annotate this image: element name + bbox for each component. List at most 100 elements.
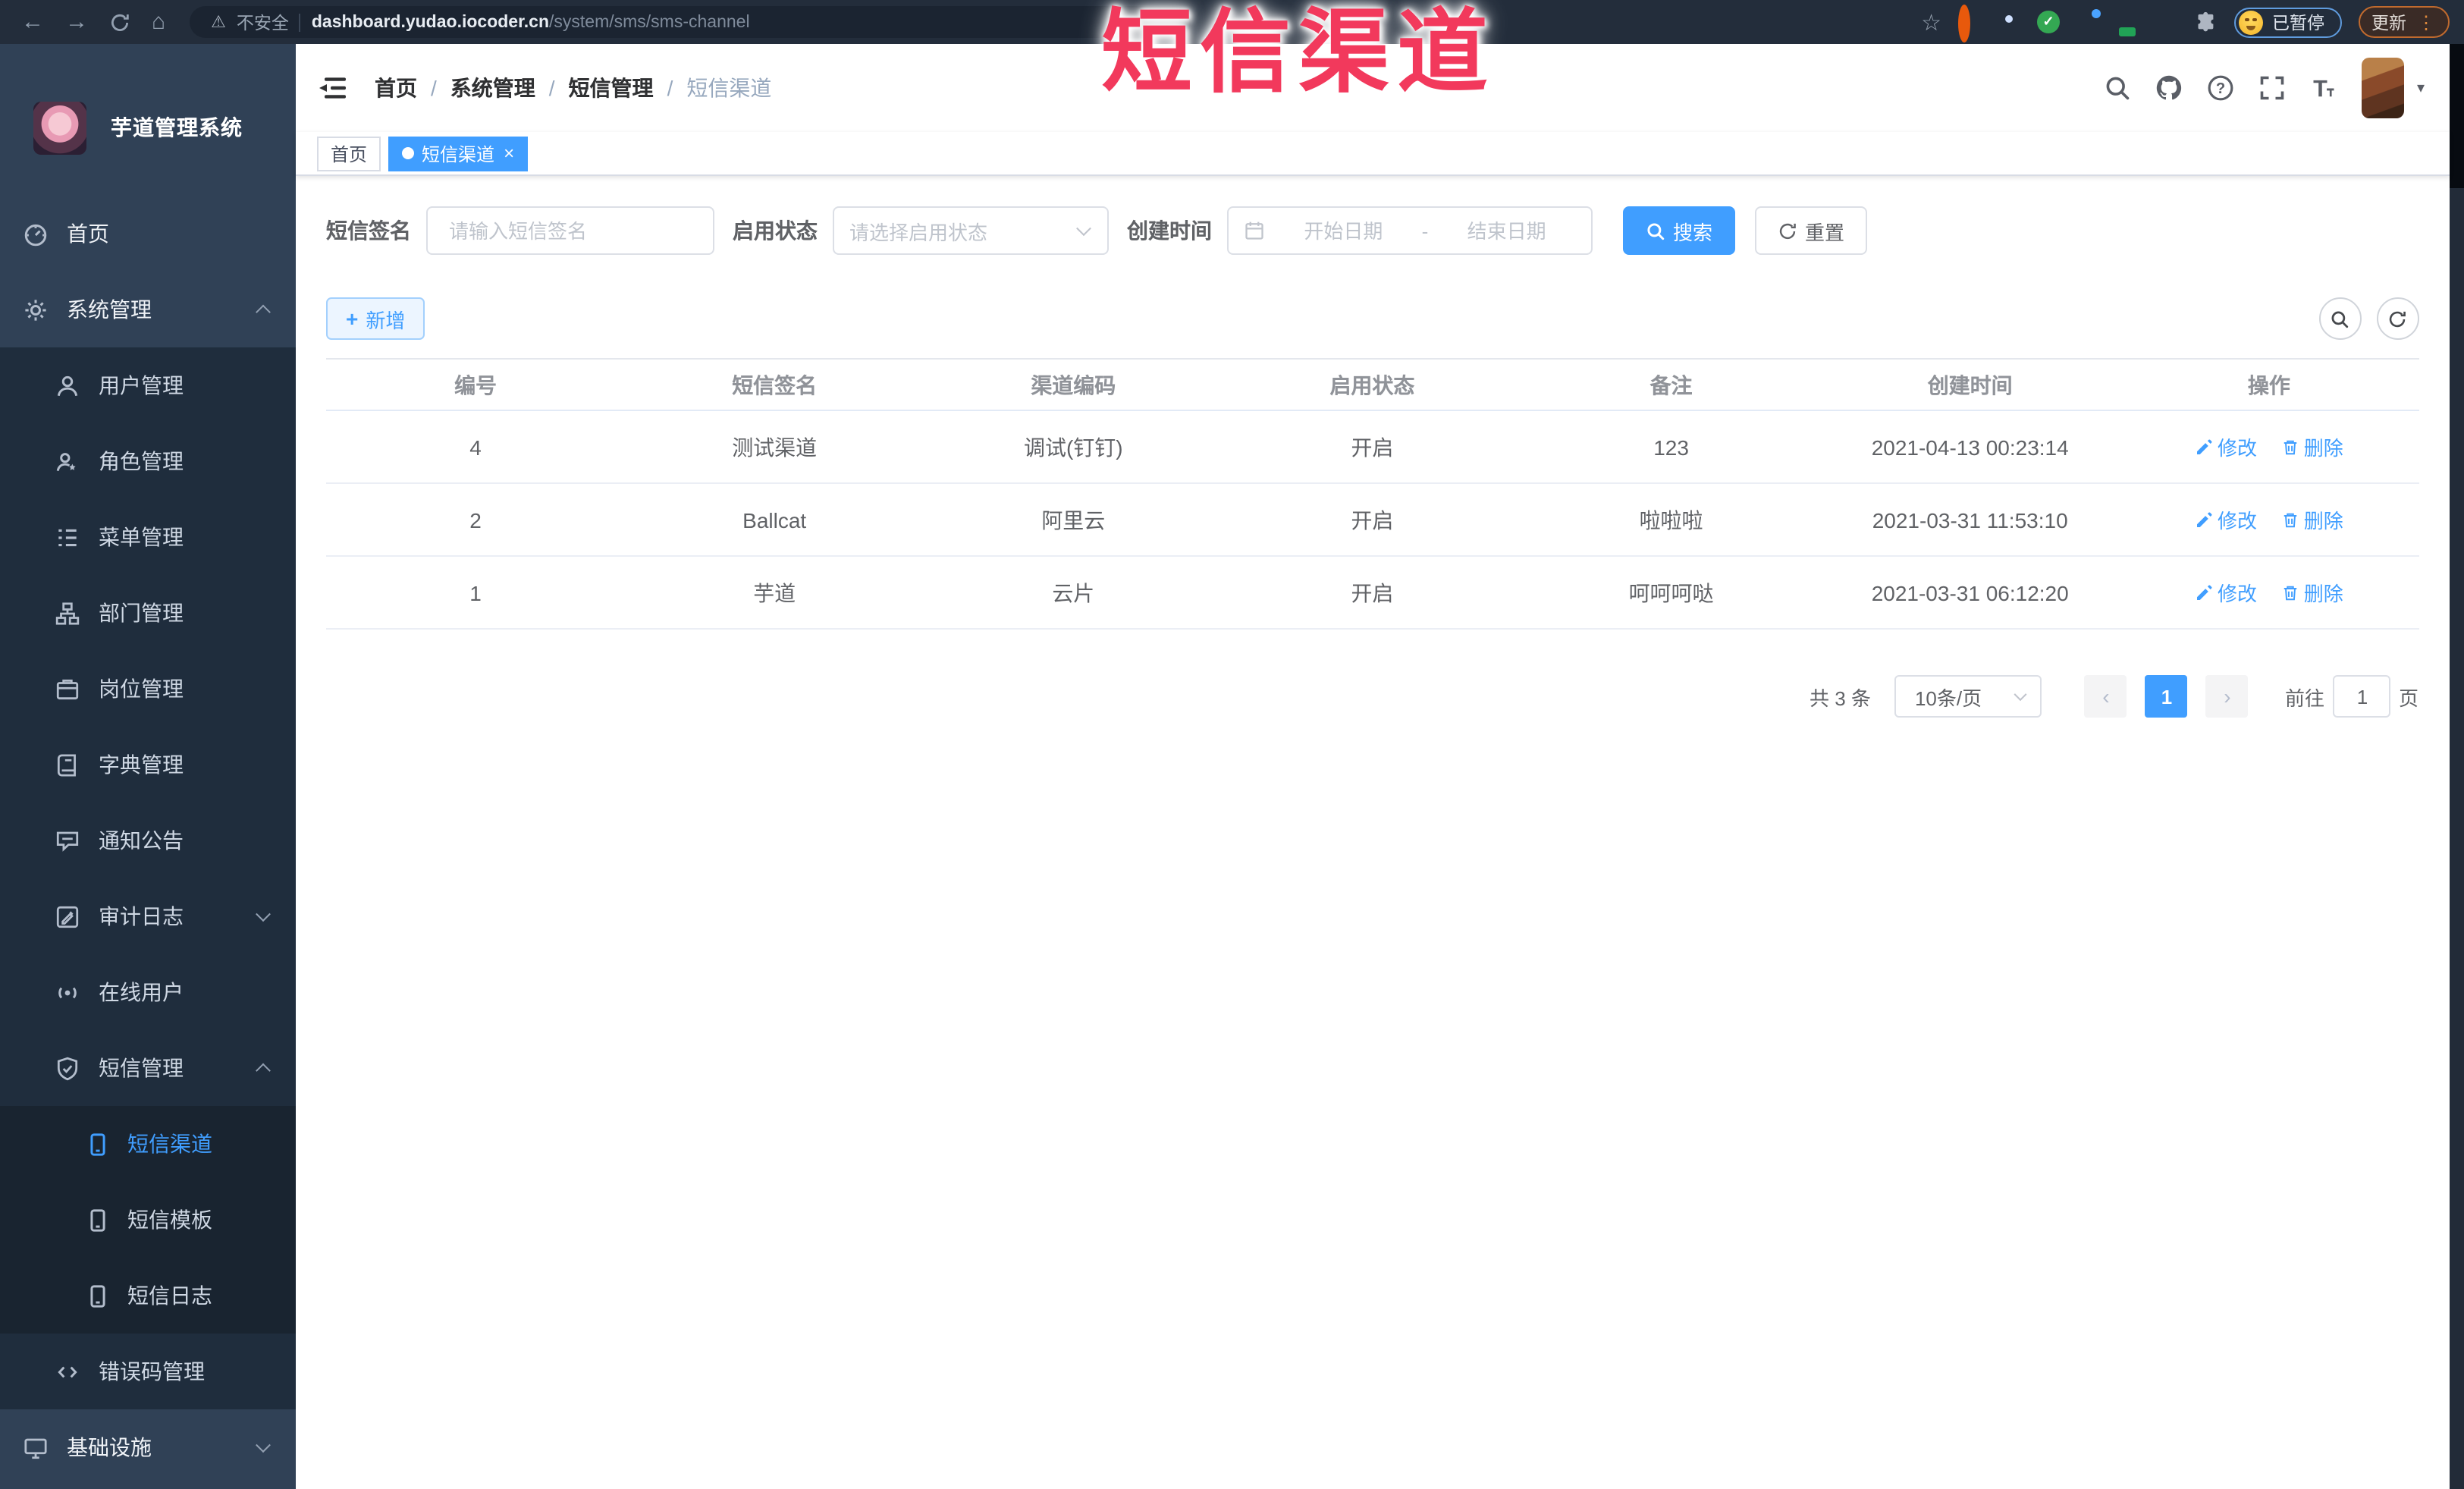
- end-date-input[interactable]: [1437, 218, 1576, 243]
- search-icon: [2330, 309, 2349, 328]
- tab-home[interactable]: 首页: [317, 136, 381, 171]
- close-icon[interactable]: ×: [504, 144, 514, 162]
- help-icon[interactable]: ?: [2208, 74, 2235, 102]
- sidebar-item-menu-management[interactable]: 菜单管理: [0, 499, 296, 575]
- sidebar-item-error-code-management[interactable]: 错误码管理: [0, 1334, 296, 1409]
- extensions-puzzle-icon[interactable]: [2195, 11, 2218, 33]
- extension-icon-grid[interactable]: [2076, 11, 2099, 33]
- calendar-icon: [1244, 220, 1265, 241]
- home-icon[interactable]: ⌂: [152, 11, 165, 33]
- status-select[interactable]: 请选择启用状态: [833, 206, 1109, 255]
- table-row: 2 Ballcat 阿里云 开启 啦啦啦 2021-03-31 11:53:10…: [326, 483, 2418, 557]
- sidebar-item-label: 系统管理: [67, 297, 152, 322]
- sidebar-item-label: 错误码管理: [99, 1359, 205, 1384]
- forward-icon[interactable]: →: [65, 11, 88, 33]
- extension-icon-pin[interactable]: [1998, 11, 2020, 33]
- plus-icon: +: [346, 306, 359, 331]
- app-logo-row[interactable]: 芋道管理系统: [0, 44, 296, 196]
- sidebar-item-user-management[interactable]: 用户管理: [0, 347, 296, 423]
- sidebar-item-home[interactable]: 首页: [0, 196, 296, 272]
- sidebar-item-sms-management[interactable]: 短信管理: [0, 1030, 296, 1106]
- fullscreen-icon[interactable]: [2259, 74, 2287, 102]
- next-page-button[interactable]: ›: [2205, 675, 2249, 718]
- avatar-caret-icon[interactable]: ▾: [2417, 80, 2425, 96]
- edit-link[interactable]: 修改: [2195, 578, 2257, 607]
- sidebar-toggle-icon[interactable]: [317, 76, 347, 100]
- extension-icon-switch[interactable]: [2116, 11, 2139, 33]
- page-size-select[interactable]: 10条/页: [1894, 675, 2042, 718]
- sidebar-item-label: 通知公告: [99, 828, 184, 853]
- sidebar-item-sms-channel[interactable]: 短信渠道: [0, 1106, 296, 1182]
- sidebar-item-post-management[interactable]: 岗位管理: [0, 651, 296, 727]
- sidebar-item-infrastructure[interactable]: 基础设施: [0, 1409, 296, 1485]
- breadcrumb-sms[interactable]: 短信管理: [569, 73, 654, 103]
- back-icon[interactable]: ←: [21, 11, 44, 33]
- pagination: 共 3 条 10条/页 ‹ 1 › 前往 页: [326, 675, 2418, 718]
- sidebar-item-role-management[interactable]: 角色管理: [0, 423, 296, 499]
- reload-icon[interactable]: [109, 11, 130, 33]
- scrollbar-thumb[interactable]: [2449, 44, 2464, 188]
- page-url: dashboard.yudao.iocoder.cn/system/sms/sm…: [312, 13, 750, 31]
- font-size-icon[interactable]: [2311, 74, 2338, 102]
- github-icon[interactable]: [2156, 74, 2183, 102]
- address-bar[interactable]: ⚠ 不安全 dashboard.yudao.iocoder.cn/system/…: [190, 6, 1191, 38]
- sidebar-item-dict-management[interactable]: 字典管理: [0, 727, 296, 803]
- cell-status: 开启: [1223, 410, 1522, 484]
- sidebar: 芋道管理系统 首页 系统管理 用户管理 角色管理 菜单管理 部门管理 岗位管理 …: [0, 44, 296, 1489]
- profile-avatar-icon: [2239, 10, 2263, 34]
- search-icon[interactable]: [2105, 74, 2132, 102]
- sidebar-item-audit-log[interactable]: 审计日志: [0, 878, 296, 954]
- phone-icon: [85, 1207, 111, 1233]
- cell-code: 云片: [924, 556, 1223, 630]
- sidebar-item-sms-log[interactable]: 短信日志: [0, 1258, 296, 1334]
- extension-icon-check[interactable]: ✓: [2037, 11, 2060, 33]
- prev-page-button[interactable]: ‹: [2084, 675, 2127, 718]
- breadcrumb-home[interactable]: 首页: [375, 73, 417, 103]
- goto-page-input[interactable]: [2333, 675, 2391, 718]
- scrollbar[interactable]: [2449, 44, 2464, 1489]
- search-button-label: 搜索: [1673, 221, 1713, 243]
- breadcrumb-system[interactable]: 系统管理: [450, 73, 535, 103]
- sidebar-item-label: 部门管理: [99, 601, 184, 625]
- table-row: 4 测试渠道 调试(钉钉) 开启 123 2021-04-13 00:23:14…: [326, 410, 2418, 484]
- date-range-picker[interactable]: -: [1227, 206, 1593, 255]
- security-label: 不安全: [236, 14, 289, 33]
- refresh-table-button[interactable]: [2376, 297, 2418, 340]
- chevron-up-icon: [256, 304, 271, 320]
- tab-sms-channel[interactable]: 短信渠道 ×: [388, 136, 529, 171]
- sidebar-item-online-users[interactable]: 在线用户: [0, 954, 296, 1030]
- extension-icon-leaf[interactable]: [2155, 11, 2178, 33]
- table-row: 1 芋道 云片 开启 呵呵呵哒 2021-03-31 06:12:20 修改 删…: [326, 556, 2418, 630]
- browser-menu-icon[interactable]: ⋮: [2417, 13, 2435, 31]
- sidebar-item-notice[interactable]: 通知公告: [0, 803, 296, 878]
- table-header-row: 编号 短信签名 渠道编码 启用状态 备注 创建时间 操作: [326, 359, 2418, 411]
- profile-paused-badge[interactable]: 已暂停: [2234, 7, 2341, 37]
- add-button[interactable]: + 新增: [326, 297, 425, 340]
- page-number-button[interactable]: 1: [2145, 675, 2188, 718]
- edit-link[interactable]: 修改: [2195, 432, 2257, 461]
- delete-link[interactable]: 删除: [2281, 578, 2343, 607]
- browser-update-button[interactable]: 更新 ⋮: [2358, 6, 2449, 38]
- toggle-search-button[interactable]: [2318, 297, 2361, 340]
- monitor-icon: [23, 1434, 49, 1460]
- start-date-input[interactable]: [1274, 218, 1413, 243]
- sign-input[interactable]: [446, 218, 695, 243]
- user-avatar[interactable]: [2362, 58, 2405, 118]
- reset-button[interactable]: 重置: [1755, 206, 1868, 255]
- column-header-created: 创建时间: [1820, 359, 2120, 411]
- sidebar-item-system-management[interactable]: 系统管理: [0, 272, 296, 347]
- main-area: 首页 / 系统管理 / 短信管理 / 短信渠道 ? ▾ 首页 短信渠道 × 短信…: [296, 44, 2449, 1489]
- search-button[interactable]: 搜索: [1623, 206, 1736, 255]
- bookmark-star-icon[interactable]: ☆: [1921, 8, 1941, 36]
- cell-created: 2021-04-13 00:23:14: [1820, 410, 2120, 484]
- edit-link[interactable]: 修改: [2195, 505, 2257, 534]
- extension-icon-orange[interactable]: [1958, 5, 1981, 42]
- cell-id: 2: [326, 483, 626, 557]
- sidebar-item-department-management[interactable]: 部门管理: [0, 575, 296, 651]
- delete-link[interactable]: 删除: [2281, 432, 2343, 461]
- gear-icon: [23, 297, 49, 322]
- delete-link[interactable]: 删除: [2281, 505, 2343, 534]
- cell-created: 2021-03-31 06:12:20: [1820, 556, 2120, 630]
- sidebar-item-label: 角色管理: [99, 449, 184, 473]
- sidebar-item-sms-template[interactable]: 短信模板: [0, 1182, 296, 1258]
